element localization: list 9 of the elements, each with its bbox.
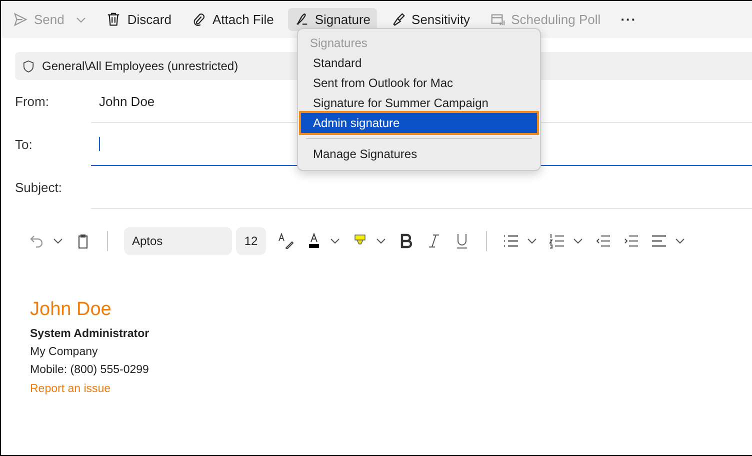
- signature-phone: Mobile: (800) 555-0299: [30, 363, 150, 378]
- field-label: To:: [15, 137, 34, 152]
- signature-company: My Company: [30, 345, 99, 360]
- field-label: Subject:: [15, 180, 63, 195]
- signature-name: John Doe: [30, 299, 112, 321]
- sensitivity-label: General\All Employees (unrestricted): [42, 59, 238, 73]
- field-label: From:: [15, 94, 50, 109]
- signature-title: System Administrator: [30, 327, 150, 342]
- menu-header: Signatures: [309, 35, 368, 52]
